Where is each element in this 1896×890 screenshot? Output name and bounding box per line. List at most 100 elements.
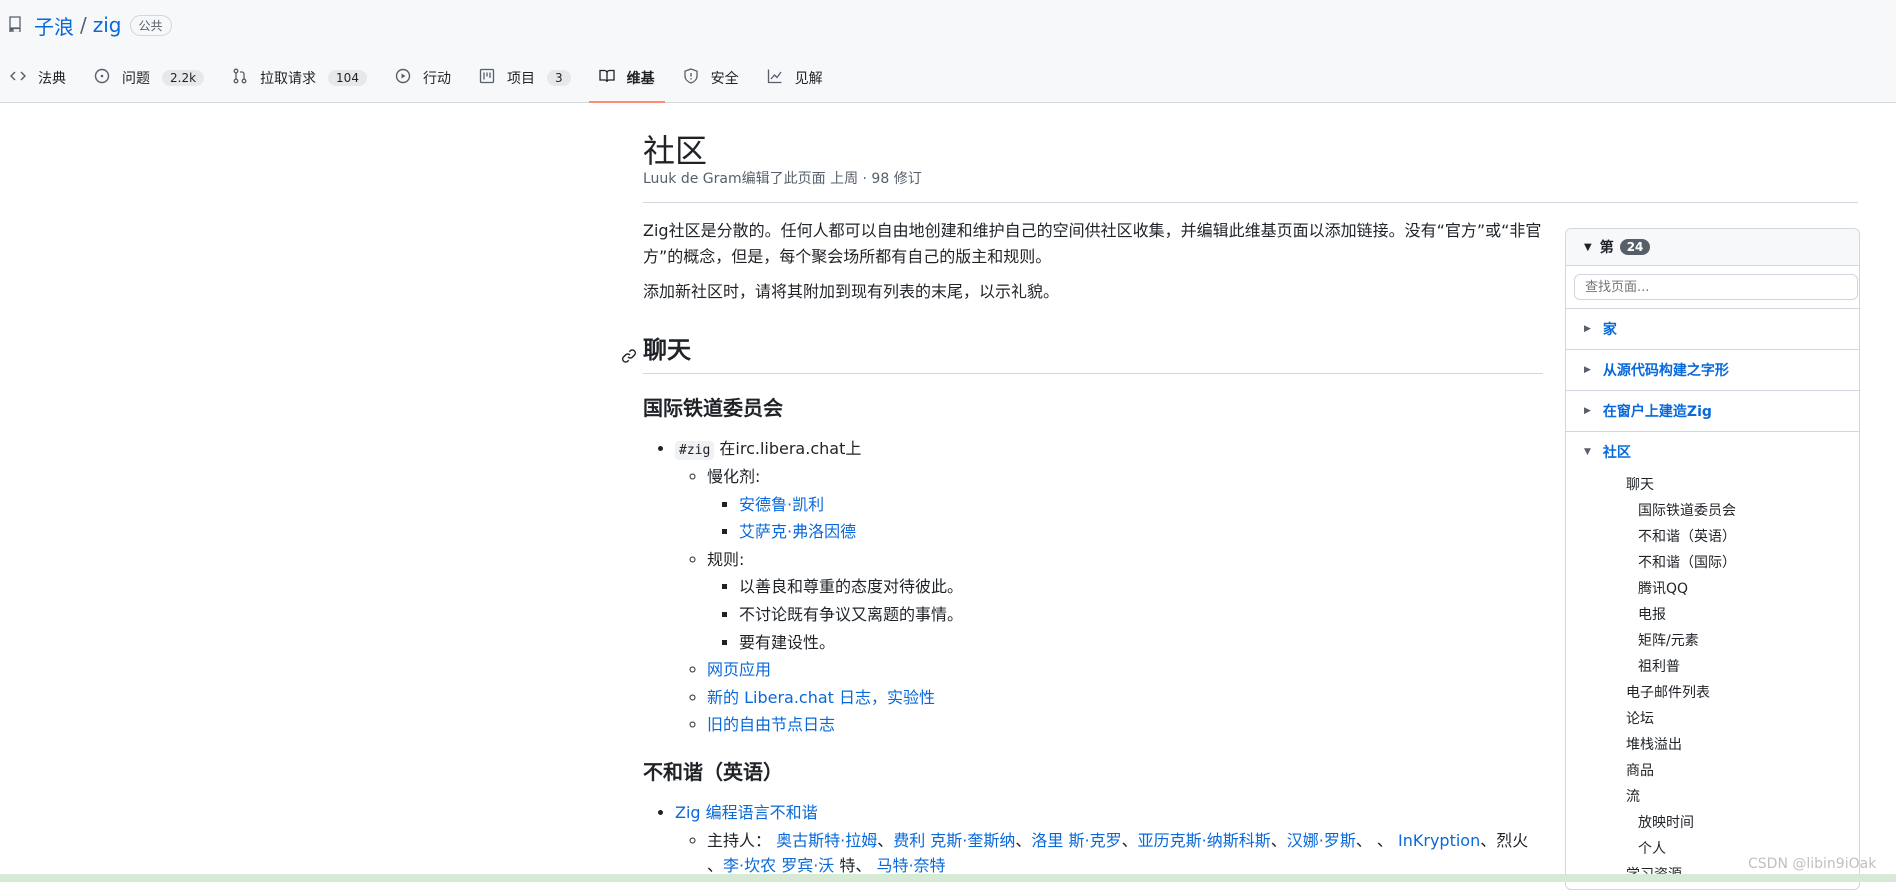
list-item: 网页应用 — [707, 657, 1543, 683]
tab-pull-requests[interactable]: 拉取请求 104 — [222, 62, 377, 94]
separator: 、 — [1376, 830, 1393, 850]
wiki-content: Zig社区是分散的。任何人都可以自由地创建和维护自己的空间供社区收集，并编辑此维… — [622, 218, 1543, 881]
caret-right-icon: ▶ — [1584, 365, 1591, 375]
comma: 、 — [1121, 830, 1138, 850]
irc-sublist: 慢化剂: 安德鲁·凯利 艾萨克·弗洛因德 规则: 以善良和尊重的态度对待彼此。 … — [675, 464, 1543, 738]
tab-wiki[interactable]: 维基 — [588, 62, 665, 103]
tab-security[interactable]: 安全 — [673, 62, 749, 94]
moderator-link[interactable]: 艾萨克·弗洛因德 — [739, 522, 856, 541]
projects-count: 3 — [546, 70, 571, 86]
caret-right-icon: ▶ — [1584, 324, 1591, 334]
pull-requests-count: 104 — [328, 70, 367, 86]
issue-icon — [94, 68, 122, 88]
project-icon — [479, 68, 507, 88]
host-link[interactable]: 洛里 斯·克罗 — [1031, 831, 1121, 850]
shield-icon — [683, 68, 711, 88]
libera-logs-link[interactable]: 新的 Libera.chat 日志，实验性 — [707, 688, 935, 707]
toc-item[interactable]: 不和谐（国际） — [1626, 550, 1859, 576]
discord-list: Zig 编程语言不和谐 主持人： 奥古斯特·拉姆、费利 克斯·奎斯纳、洛里 斯·… — [643, 800, 1543, 879]
toc-item[interactable]: 流 — [1626, 784, 1859, 810]
sidebar-page-label: 社区 — [1602, 445, 1631, 461]
list-item: 安德鲁·凯利 — [739, 492, 1543, 518]
comma: 、 — [1015, 830, 1032, 850]
comma: 、 — [877, 830, 894, 850]
host-link[interactable]: 奥古斯特·拉姆 — [776, 831, 877, 850]
tab-projects-label: 项目 — [506, 71, 535, 87]
toc-item[interactable]: 堆栈溢出 — [1626, 732, 1859, 758]
sidebar-page-home[interactable]: ▶ 家 — [1566, 309, 1859, 350]
sidebar-page-community[interactable]: ▼ 社区 — [1566, 432, 1859, 472]
host-link[interactable]: 费利 克斯·奎斯纳 — [893, 831, 1015, 850]
hosts-tail: 、烈火 — [1480, 830, 1529, 850]
pages-header[interactable]: ▼ 第 24 — [1566, 229, 1859, 266]
bottom-bar — [0, 874, 1896, 882]
repo-separator: / — [80, 13, 87, 37]
tab-code-label: 法典 — [38, 71, 66, 87]
irc-list: #zig 在irc.libera.chat上 慢化剂: 安德鲁·凯利 艾萨克·弗… — [643, 436, 1543, 738]
separator: 、 — [1355, 830, 1377, 850]
list-item: 主持人： 奥古斯特·拉姆、费利 克斯·奎斯纳、洛里 斯·克罗、亚历克斯·纳斯科斯… — [707, 828, 1543, 879]
irc-channel-code: #zig — [675, 441, 715, 461]
intro-paragraph: Zig社区是分散的。任何人都可以自由地创建和维护自己的空间供社区收集，并编辑此维… — [643, 221, 1542, 266]
list-item: 不讨论既有争议又离题的事情。 — [739, 602, 1543, 628]
host-link[interactable]: 马特·奈特 — [876, 856, 945, 875]
tab-projects[interactable]: 项目 3 — [469, 62, 581, 94]
caret-down-icon: ▼ — [1584, 241, 1592, 253]
sidebar-page-build-windows[interactable]: ▶ 在窗户上建造Zig — [1566, 391, 1859, 432]
toc-item[interactable]: 电报 — [1626, 602, 1859, 628]
title-divider — [643, 202, 1858, 203]
list-item: Zig 编程语言不和谐 主持人： 奥古斯特·拉姆、费利 克斯·奎斯纳、洛里 斯·… — [675, 800, 1543, 879]
sidebar-page-build-from-source[interactable]: ▶ 从源代码构建之字形 — [1566, 350, 1859, 391]
list-item: 慢化剂: 安德鲁·凯利 艾萨克·弗洛因德 — [707, 464, 1543, 545]
repo-header: 子浪 / zig 公共 法典 问题 2.2k 拉取请求 104 行动 项目 3 — [0, 0, 1896, 103]
page-search — [1566, 266, 1859, 309]
page-search-input[interactable] — [1574, 274, 1858, 300]
toc-item[interactable]: 电子邮件列表 — [1626, 680, 1859, 706]
host-link[interactable]: 汉娜·罗斯 — [1287, 831, 1356, 850]
page-title: 社区 — [643, 132, 708, 170]
tab-actions[interactable]: 行动 — [385, 62, 461, 94]
discord-sublist: 主持人： 奥古斯特·拉姆、费利 克斯·奎斯纳、洛里 斯·克罗、亚历克斯·纳斯科斯… — [675, 828, 1543, 879]
tab-insights[interactable]: 见解 — [757, 62, 833, 94]
link-icon[interactable] — [621, 337, 637, 363]
toc-item[interactable]: 商品 — [1626, 758, 1859, 784]
caret-right-icon: ▶ — [1584, 406, 1591, 416]
repo-tabs: 法典 问题 2.2k 拉取请求 104 行动 项目 3 维基 安全 见解 — [0, 62, 841, 103]
page-meta: Luuk de Gram编辑了此页面 上周 · 98 修订 — [643, 171, 922, 187]
toc-item[interactable]: 祖利普 — [1626, 654, 1859, 680]
repo-name-link[interactable]: zig — [93, 13, 122, 37]
webapp-link[interactable]: 网页应用 — [707, 660, 771, 679]
toc-item[interactable]: 不和谐（英语） — [1626, 524, 1859, 550]
moderator-link[interactable]: 安德鲁·凯利 — [739, 495, 824, 514]
host-link[interactable]: 李·坎农 罗宾·沃 — [723, 856, 834, 875]
graph-icon — [767, 68, 795, 88]
toc-item[interactable]: 矩阵/元素 — [1626, 628, 1859, 654]
irc-server-text: 在irc.libera.chat上 — [719, 439, 862, 459]
toc-item[interactable]: 腾讯QQ — [1626, 576, 1859, 602]
toc-item[interactable]: 聊天 — [1626, 472, 1859, 498]
discord-link[interactable]: Zig 编程语言不和谐 — [675, 803, 818, 822]
host-link-inkryption[interactable]: InKryption — [1398, 831, 1480, 850]
tab-actions-label: 行动 — [422, 71, 451, 87]
moderators-list: 安德鲁·凯利 艾萨克·弗洛因德 — [707, 492, 1543, 545]
hosts-mid: 特、 — [834, 856, 872, 876]
toc-item[interactable]: 放映时间 — [1626, 810, 1859, 836]
freenode-logs-link[interactable]: 旧的自由节点日志 — [707, 715, 835, 734]
sidebar-page-label: 在窗户上建造Zig — [1602, 404, 1712, 420]
list-item: #zig 在irc.libera.chat上 慢化剂: 安德鲁·凯利 艾萨克·弗… — [675, 436, 1543, 738]
tab-issues-label: 问题 — [122, 71, 150, 87]
repo-owner-link[interactable]: 子浪 — [34, 11, 74, 40]
book-icon — [598, 68, 627, 88]
tab-wiki-label: 维基 — [626, 71, 655, 87]
toc-item[interactable]: 国际铁道委员会 — [1626, 498, 1859, 524]
heading-irc: 国际铁道委员会 — [643, 396, 783, 421]
separator: 、 — [707, 856, 724, 876]
tab-issues[interactable]: 问题 2.2k — [84, 62, 214, 94]
pull-request-icon — [232, 68, 260, 88]
host-link[interactable]: 亚历克斯·纳斯科斯 — [1138, 831, 1271, 850]
toc-item[interactable]: 论坛 — [1626, 706, 1859, 732]
list-item: 以善良和尊重的态度对待彼此。 — [739, 574, 1543, 600]
comma: 、 — [1270, 830, 1287, 850]
tab-code[interactable]: 法典 — [0, 62, 76, 94]
visibility-badge: 公共 — [129, 14, 172, 36]
